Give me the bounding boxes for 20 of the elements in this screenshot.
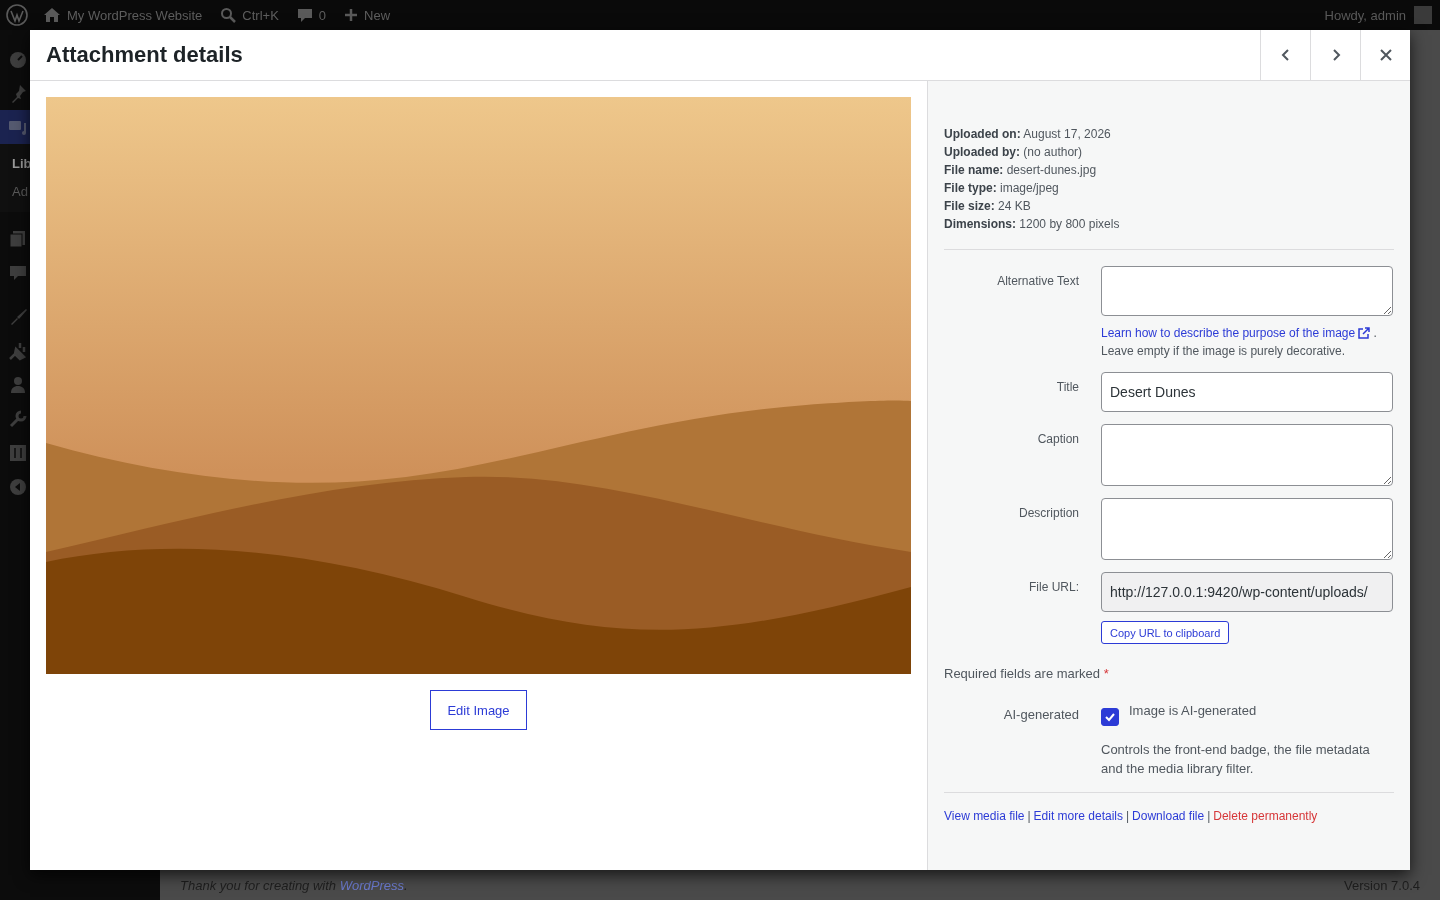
field-label: Title: [1055, 379, 1080, 396]
modal-title: Attachment details: [45, 42, 244, 68]
detail-line: Uploaded on: August 17, 2026: [944, 126, 1112, 143]
field-label: Caption: [1036, 431, 1080, 448]
field-label: Description: [1017, 505, 1080, 522]
separator-text: |: [1207, 809, 1211, 823]
description-text: Controls the front-end badge, the file metadata and the media library filter.: [1101, 741, 1371, 778]
required-note: Required fields are marked *: [944, 666, 1110, 681]
detail-line: File size: 24 KB: [944, 198, 1032, 215]
checkbox-label: Image is AI-generated: [1129, 703, 1257, 718]
detail-line: File type: image/jpeg: [944, 180, 1060, 197]
detail-line: Dimensions: 1200 by 800 pixels: [944, 216, 1121, 233]
field-label: AI-generated: [1002, 706, 1080, 724]
separator-text: |: [1027, 809, 1031, 823]
help-text: Learn how to describe the purpose of the image . Leave empty if the image is purely decorative.: [1101, 325, 1378, 360]
field-label: Alternative Text: [996, 273, 1080, 290]
field-label: File URL:: [1028, 579, 1080, 596]
detail-line: Uploaded by: (no author): [944, 144, 1084, 161]
separator-text: |: [1126, 809, 1130, 823]
detail-line: File name: desert-dunes.jpg: [944, 162, 1098, 179]
